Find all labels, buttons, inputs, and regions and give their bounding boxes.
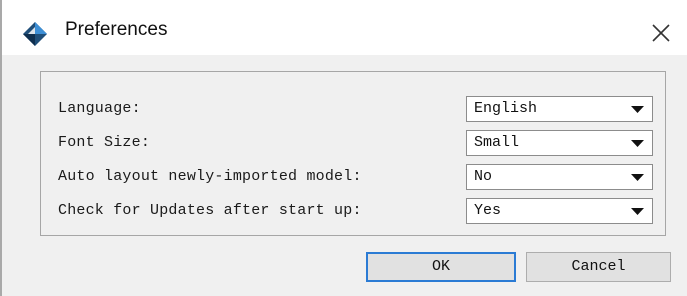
language-select-value: English (474, 100, 538, 117)
check-updates-select[interactable]: Yes (466, 198, 653, 224)
font-size-label: Font Size: (58, 134, 151, 151)
close-icon[interactable] (645, 17, 675, 47)
cancel-button[interactable]: Cancel (526, 252, 671, 282)
app-diamond-icon (23, 22, 47, 46)
language-label: Language: (58, 100, 141, 117)
font-size-select[interactable]: Small (466, 130, 653, 156)
check-updates-select-value: Yes (474, 202, 502, 219)
title-bar[interactable]: Preferences (2, 0, 687, 55)
settings-group: Language: English Font Size: Small Auto … (40, 71, 666, 236)
dialog-body: Language: English Font Size: Small Auto … (2, 55, 687, 296)
ok-button[interactable]: OK (366, 252, 516, 282)
chevron-down-icon (631, 208, 644, 215)
dialog-title: Preferences (65, 19, 168, 40)
font-size-select-value: Small (474, 134, 520, 151)
preferences-dialog: Preferences Language: English Font Size:… (0, 0, 687, 296)
chevron-down-icon (631, 174, 644, 181)
auto-layout-label: Auto layout newly-imported model: (58, 168, 362, 185)
check-updates-label: Check for Updates after start up: (58, 202, 362, 219)
chevron-down-icon (631, 140, 644, 147)
auto-layout-select-value: No (474, 168, 493, 185)
language-select[interactable]: English (466, 96, 653, 122)
chevron-down-icon (631, 106, 644, 113)
auto-layout-select[interactable]: No (466, 164, 653, 190)
